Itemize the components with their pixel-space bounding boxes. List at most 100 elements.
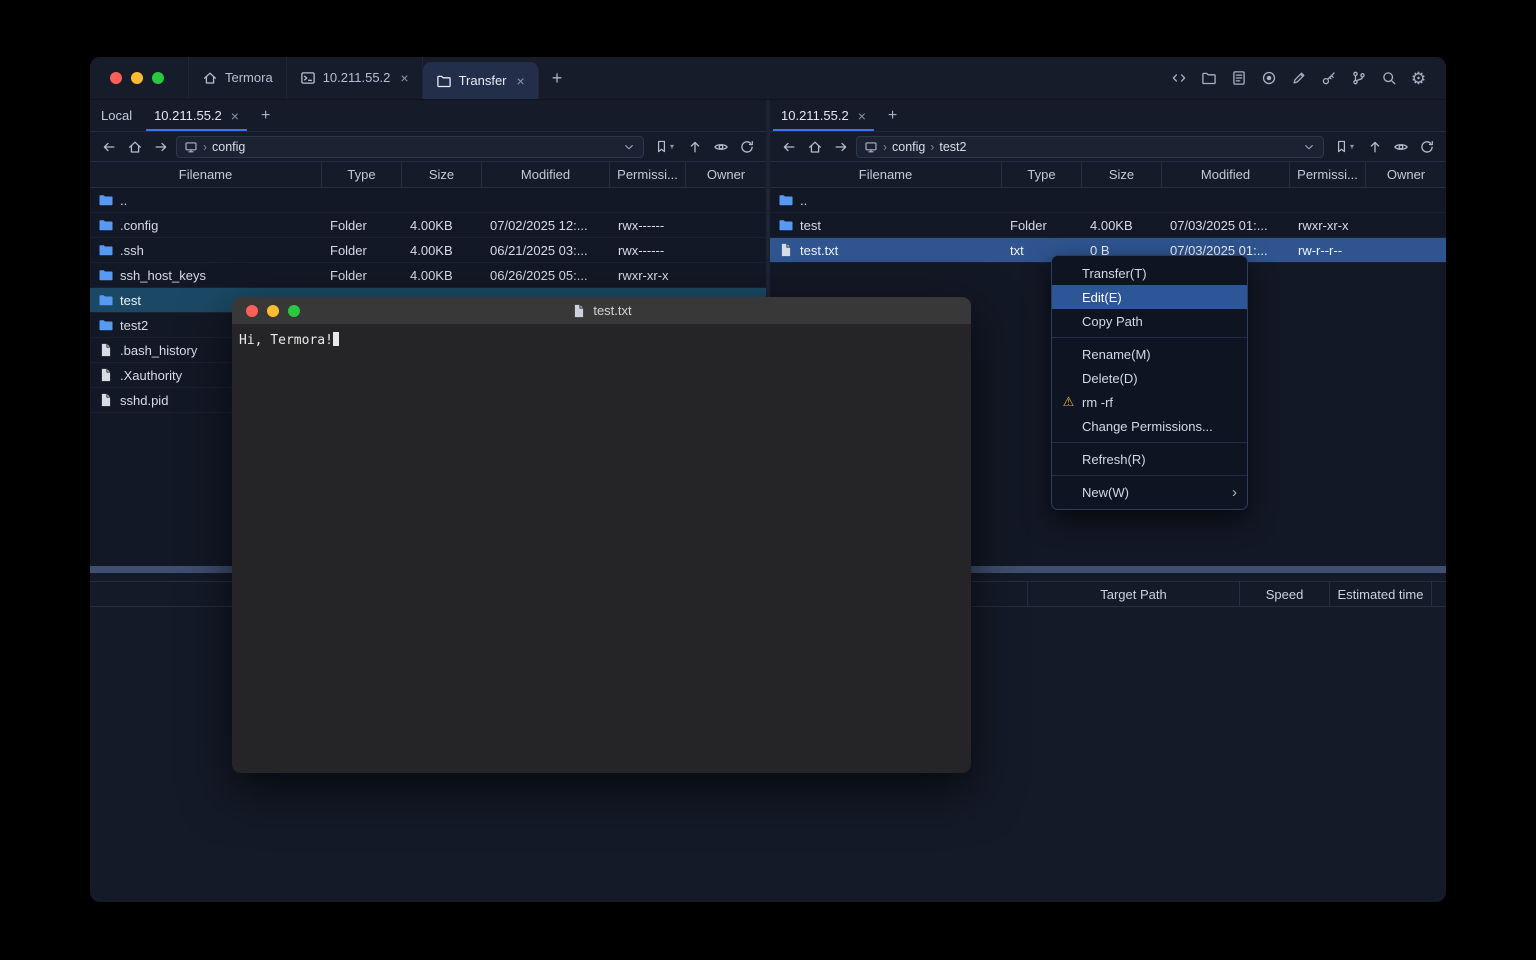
text-cursor: [333, 332, 339, 346]
editor-content[interactable]: Hi, Termora!: [232, 324, 971, 773]
editor-titlebar[interactable]: test.txt: [232, 297, 971, 324]
file-permissions: [1290, 188, 1366, 212]
column-header-owner[interactable]: Owner: [686, 162, 766, 187]
search-icon[interactable]: [1377, 67, 1400, 90]
path-field[interactable]: ›config›test2: [856, 136, 1324, 158]
column-header-permissi[interactable]: Permissi...: [1290, 162, 1366, 187]
up-button[interactable]: [684, 136, 706, 158]
file-owner: [1366, 213, 1446, 237]
menu-separator: [1052, 337, 1247, 338]
menu-item-change-permissions[interactable]: Change Permissions...: [1052, 414, 1247, 438]
file-type: [1002, 188, 1082, 212]
new-tab-button[interactable]: +: [539, 57, 576, 99]
back-button[interactable]: [98, 136, 120, 158]
column-header-filename[interactable]: Filename: [770, 162, 1002, 187]
editor-minimize-button[interactable]: [267, 305, 279, 317]
table-row[interactable]: testFolder4.00KB07/03/2025 01:...rwxr-xr…: [770, 213, 1446, 238]
editor-window: test.txt Hi, Termora!: [232, 297, 971, 773]
menu-item-edit-e[interactable]: Edit(E): [1052, 285, 1247, 309]
folder-icon[interactable]: [1197, 67, 1220, 90]
column-header-size[interactable]: Size: [402, 162, 482, 187]
column-header-filename[interactable]: Filename: [90, 162, 322, 187]
column-header-modified[interactable]: Modified: [482, 162, 610, 187]
folderfill-icon: [98, 292, 114, 308]
folderfill-icon: [778, 217, 794, 233]
chevron-down-icon[interactable]: [622, 140, 636, 154]
breadcrumb-item[interactable]: config: [892, 140, 925, 154]
table-row[interactable]: ssh_host_keysFolder4.00KB06/26/2025 05:.…: [90, 263, 766, 288]
menu-item-transfer-t[interactable]: Transfer(T): [1052, 261, 1247, 285]
chevron-down-icon[interactable]: [1302, 140, 1316, 154]
record-icon[interactable]: [1257, 67, 1280, 90]
pane-tab-10-211-55-2[interactable]: 10.211.55.2×: [770, 100, 877, 131]
new-pane-tab-button[interactable]: +: [250, 100, 281, 131]
menu-item-delete-d[interactable]: Delete(D): [1052, 366, 1247, 390]
refresh-button[interactable]: [1416, 136, 1438, 158]
menu-item-rm-rf[interactable]: ⚠rm -rf: [1052, 390, 1247, 414]
file-name: test: [120, 293, 141, 308]
zoom-window-button[interactable]: [152, 72, 164, 84]
home-button[interactable]: [124, 136, 146, 158]
transfer-column-target-path[interactable]: Target Path: [1028, 582, 1240, 606]
menu-item-rename-m[interactable]: Rename(M): [1052, 342, 1247, 366]
close-icon[interactable]: ×: [400, 71, 408, 85]
minimize-window-button[interactable]: [131, 72, 143, 84]
tab-transfer[interactable]: Transfer×: [423, 62, 539, 99]
show-hidden-button[interactable]: [710, 136, 732, 158]
bookmark-button[interactable]: ▾: [1328, 136, 1360, 158]
pane-tab-label: 10.211.55.2: [154, 108, 222, 123]
table-row[interactable]: .configFolder4.00KB07/02/2025 12:...rwx-…: [90, 213, 766, 238]
code-icon[interactable]: [1167, 67, 1190, 90]
column-header-size[interactable]: Size: [1082, 162, 1162, 187]
pane-tab-local[interactable]: Local: [90, 100, 143, 131]
close-window-button[interactable]: [110, 72, 122, 84]
log-icon[interactable]: [1227, 67, 1250, 90]
column-header-owner[interactable]: Owner: [1366, 162, 1446, 187]
column-header-type[interactable]: Type: [1002, 162, 1082, 187]
column-header-type[interactable]: Type: [322, 162, 402, 187]
menu-item-copy-path[interactable]: Copy Path: [1052, 309, 1247, 333]
bookmark-dropdown-icon[interactable]: ▾: [670, 142, 674, 151]
table-row[interactable]: ..: [770, 188, 1446, 213]
bookmark-button[interactable]: ▾: [648, 136, 680, 158]
editor-text: Hi, Termora!: [239, 333, 333, 348]
bookmark-dropdown-icon[interactable]: ▾: [1350, 142, 1354, 151]
close-icon[interactable]: ×: [858, 109, 866, 123]
column-header-modified[interactable]: Modified: [1162, 162, 1290, 187]
pencil-icon[interactable]: [1287, 67, 1310, 90]
new-pane-tab-button[interactable]: +: [877, 100, 908, 131]
table-row[interactable]: ..: [90, 188, 766, 213]
pane-tab-10-211-55-2[interactable]: 10.211.55.2 ×: [143, 100, 250, 131]
settings-icon[interactable]: ⚙: [1407, 67, 1430, 90]
file-icon: [778, 242, 794, 258]
transfer-column-estimated-time[interactable]: Estimated time: [1330, 582, 1432, 606]
column-label: Target Path: [1100, 587, 1167, 602]
home-button[interactable]: [804, 136, 826, 158]
forward-button[interactable]: [830, 136, 852, 158]
table-row[interactable]: .sshFolder4.00KB06/21/2025 03:...rwx----…: [90, 238, 766, 263]
breadcrumb-item[interactable]: test2: [939, 140, 966, 154]
column-header-permissi[interactable]: Permissi...: [610, 162, 686, 187]
breadcrumb-separator: ›: [203, 140, 207, 154]
editor-zoom-button[interactable]: [288, 305, 300, 317]
editor-close-button[interactable]: [246, 305, 258, 317]
menu-item-refresh-r[interactable]: Refresh(R): [1052, 447, 1247, 471]
file-modified: 07/02/2025 12:...: [482, 213, 610, 237]
branch-icon[interactable]: [1347, 67, 1370, 90]
key-icon[interactable]: [1317, 67, 1340, 90]
path-field[interactable]: › config: [176, 136, 644, 158]
menu-item-new-w[interactable]: New(W)›: [1052, 480, 1247, 504]
back-button[interactable]: [778, 136, 800, 158]
up-button[interactable]: [1364, 136, 1386, 158]
tab-10-211-55-2[interactable]: 10.211.55.2×: [287, 57, 423, 99]
transfer-column-speed[interactable]: Speed: [1240, 582, 1330, 606]
close-icon[interactable]: ×: [517, 74, 525, 88]
refresh-button[interactable]: [736, 136, 758, 158]
show-hidden-button[interactable]: [1390, 136, 1412, 158]
menu-item-label: rm -rf: [1082, 395, 1113, 410]
breadcrumb-item[interactable]: config: [212, 140, 245, 154]
close-icon[interactable]: ×: [231, 109, 239, 123]
tab-termora[interactable]: Termora: [188, 57, 287, 99]
forward-button[interactable]: [150, 136, 172, 158]
column-label: Size: [1109, 167, 1134, 182]
